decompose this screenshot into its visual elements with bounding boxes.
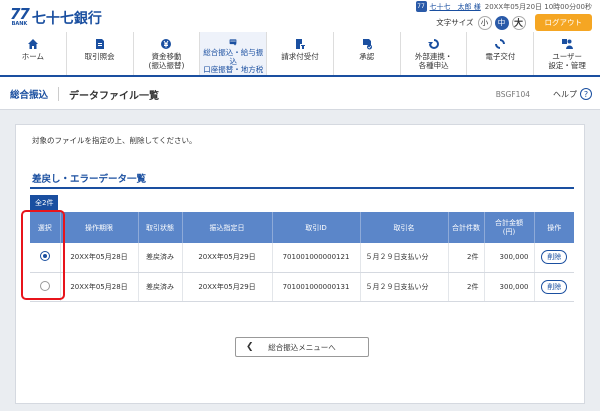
help-link[interactable]: ヘルプ ? (553, 88, 592, 100)
transaction-name-cell: ５月２９日支払い分 (360, 243, 449, 273)
back-button-label: 総合振込メニューへ (268, 342, 336, 352)
transfer-date-cell: 20XX年05月29日 (182, 272, 273, 302)
doc-edit-icon (296, 39, 306, 49)
total-count-cell: 2件 (448, 272, 485, 302)
nav-e-delivery[interactable]: 電子交付 (467, 32, 535, 75)
cycle-icon (495, 39, 506, 49)
font-size-controls: 文字サイズ 小 中 大 ログアウト (436, 14, 592, 31)
font-medium-button[interactable]: 中 (494, 15, 509, 30)
breadcrumb-divider (58, 87, 60, 101)
content-panel: 対象のファイルを指定の上、削除してください。 差戻し・エラーデータ一覧 全2件 … (15, 124, 585, 404)
table-header-row: 選択 操作期限 取引状態 振込指定日 取引ID 取引名 合計件数 合計金額 (円… (30, 212, 574, 243)
table-row: 20XX年05月28日 差戻済み 20XX年05月29日 70100100000… (30, 272, 574, 302)
nav-home[interactable]: ホーム (0, 32, 67, 75)
chevron-left-icon: ❮ (246, 342, 254, 352)
col-total-count: 合計件数 (448, 212, 485, 243)
user-settings-icon (562, 39, 574, 49)
record-count-badge: 全2件 (30, 195, 59, 211)
nav-label: ホーム (21, 52, 45, 61)
link-icon (427, 39, 439, 49)
help-icon: ? (580, 88, 592, 100)
deadline-cell: 20XX年05月28日 (60, 272, 139, 302)
col-total-amount: 合計金額 (円) (484, 212, 535, 243)
nav-billing[interactable]: 請求付受付 (267, 32, 334, 75)
font-large-button[interactable]: 大 (511, 15, 526, 30)
bank-logo[interactable]: 77 BANK 七十七銀行 (10, 7, 102, 28)
nav-label-sub: 口座振替・地方税 (203, 65, 264, 75)
breadcrumb-category: 総合振込 (10, 90, 49, 101)
col-action: 操作 (534, 212, 574, 243)
transfer-date-cell: 20XX年05月29日 (182, 243, 273, 273)
user-name-link[interactable]: 七十七 太郎 様 (430, 2, 481, 12)
user-info: 77 七十七 太郎 様 20XX年05月20日 10時00分00秒 (415, 1, 592, 12)
font-small-button[interactable]: 小 (477, 15, 492, 30)
table-row: 20XX年05月28日 差戻済み 20XX年05月29日 70100100000… (30, 243, 574, 273)
transaction-id-cell: 701001000000131 (272, 272, 361, 302)
nav-bulk-transfer[interactable]: 総合振込・給与振込 口座振替・地方税 (200, 32, 268, 75)
delete-button[interactable]: 削除 (541, 279, 568, 294)
nav-label-sub: 設定・管理 (548, 60, 586, 70)
logo-mark: 77 BANK (10, 5, 30, 27)
screen-id: BSGF104 (495, 89, 530, 99)
instruction-text: 対象のファイルを指定の上、削除してください。 (32, 136, 197, 145)
nav-fund-transfer[interactable]: 資金移動 (振込振替) (134, 32, 201, 75)
nav-external-link[interactable]: 外部連携・ 各種申込 (401, 32, 468, 75)
section-divider (30, 187, 574, 189)
nav-label-sub: (振込振替) (148, 60, 185, 70)
last-login-time: 20XX年05月20日 10時00分00秒 (484, 2, 592, 11)
error-data-table: 選択 操作期限 取引状態 振込指定日 取引ID 取引名 合計件数 合計金額 (円… (30, 212, 574, 302)
back-to-menu-button[interactable]: ❮ 総合振込メニューへ (235, 337, 369, 357)
page-title: データファイル一覧 (69, 90, 160, 102)
font-size-label: 文字サイズ (436, 18, 474, 27)
nav-label: 電子交付 (485, 52, 516, 61)
help-label: ヘルプ (553, 89, 577, 99)
transaction-name-cell: ５月２９日支払い分 (360, 272, 449, 302)
logo-bank-text: BANK (11, 21, 28, 27)
action-cell: 削除 (534, 272, 574, 302)
col-transaction-id: 取引ID (272, 212, 361, 243)
nav-label-sub: 各種申込 (418, 60, 449, 70)
total-count-cell: 2件 (448, 243, 485, 273)
card-icon (229, 39, 237, 46)
col-deadline: 操作期限 (60, 212, 139, 243)
action-cell: 削除 (534, 243, 574, 273)
col-status: 取引状態 (138, 212, 183, 243)
nav-label: 取引照会 (84, 52, 115, 61)
total-amount-cell: 300,000 (484, 272, 535, 302)
nav-user-settings[interactable]: ユーザー 設定・管理 (534, 32, 600, 75)
nav-label: 請求付受付 (281, 52, 319, 61)
bank-name: 七十七銀行 (31, 11, 102, 27)
user-icon: 77 (415, 1, 427, 12)
deadline-cell: 20XX年05月28日 (60, 243, 139, 273)
logout-button[interactable]: ログアウト (534, 14, 592, 31)
logo-number: 77 (10, 5, 30, 23)
col-transaction-name: 取引名 (360, 212, 449, 243)
home-icon (27, 39, 38, 49)
delete-button[interactable]: 削除 (541, 250, 568, 265)
status-cell: 差戻済み (138, 243, 183, 273)
select-column-highlight (21, 210, 65, 300)
nav-approval[interactable]: 承認 (334, 32, 401, 75)
nav-transaction-inquiry[interactable]: 取引照会 (67, 32, 134, 75)
yen-transfer-icon (161, 39, 172, 49)
nav-label: 承認 (359, 52, 375, 61)
total-amount-cell: 300,000 (484, 243, 535, 273)
transaction-id-cell: 701001000000121 (272, 243, 361, 273)
document-icon (95, 39, 104, 49)
col-transfer-date: 振込指定日 (182, 212, 273, 243)
approval-icon (362, 39, 372, 50)
section-title: 差戻し・エラーデータ一覧 (32, 174, 147, 185)
breadcrumb: 総合振込 データファイル一覧 BSGF104 ヘルプ ? (0, 79, 600, 110)
header: 77 BANK 七十七銀行 77 七十七 太郎 様 20XX年05月20日 10… (0, 0, 600, 32)
status-cell: 差戻済み (138, 272, 183, 302)
nav-label: 総合振込・給与振込 (203, 48, 264, 66)
global-nav: ホーム 取引照会 資金移動 (振込振替) 総合振込・給与振込 口座振替・地方税 … (0, 32, 600, 77)
